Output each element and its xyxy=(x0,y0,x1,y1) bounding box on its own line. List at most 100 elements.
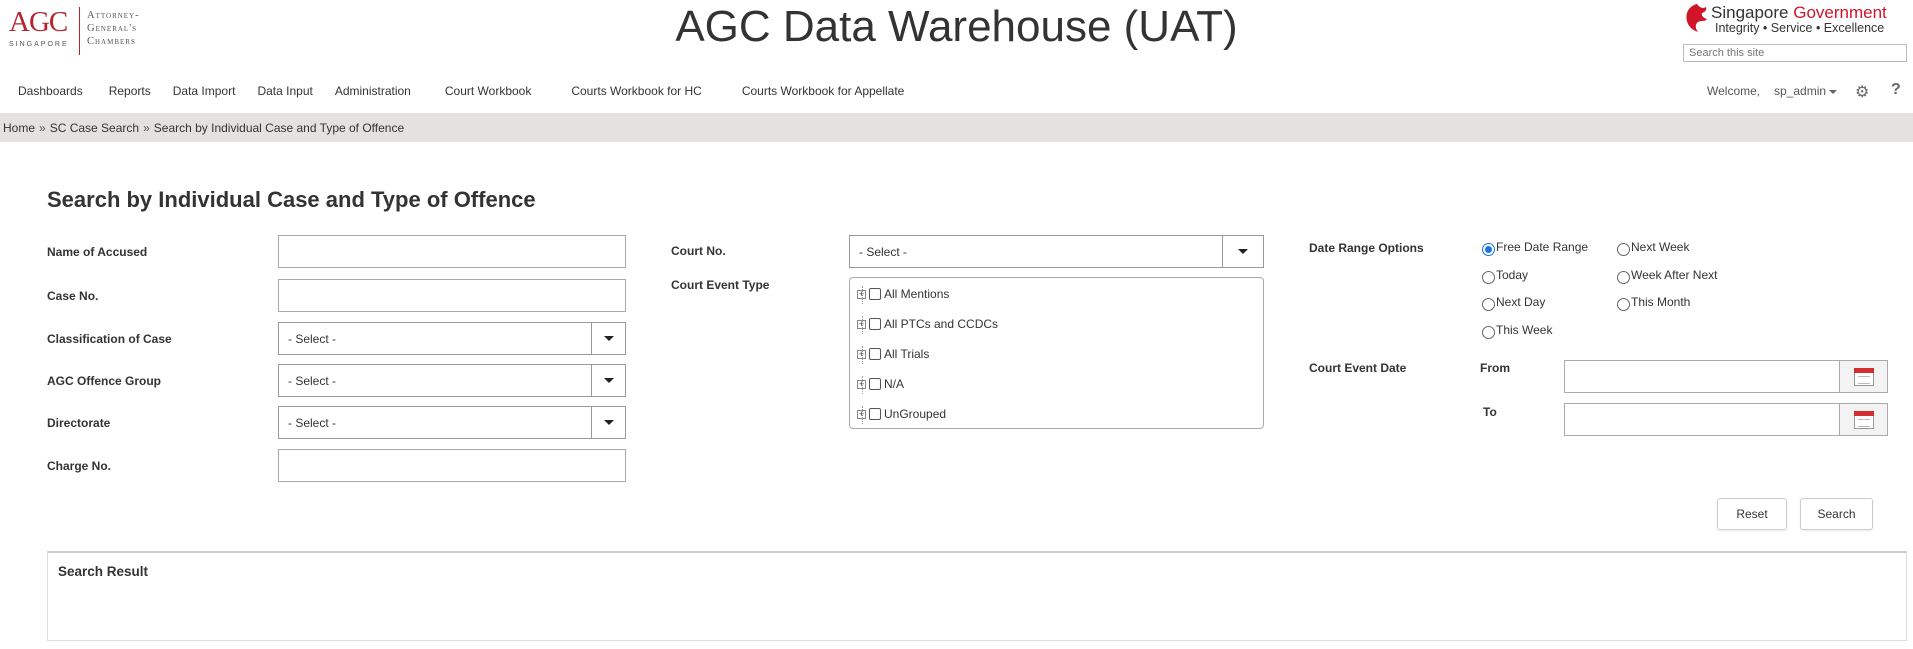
expand-icon[interactable]: + xyxy=(857,405,866,424)
offence-group-value: - Select - xyxy=(288,374,337,388)
reset-button[interactable]: Reset xyxy=(1717,498,1787,530)
radio-icon xyxy=(1617,242,1630,256)
radio-label: Free Date Range xyxy=(1496,240,1589,254)
search-result-panel: Search Result xyxy=(47,551,1907,641)
checkbox[interactable] xyxy=(869,378,881,390)
from-date-input[interactable] xyxy=(1565,361,1839,392)
classification-label: Classification of Case xyxy=(47,332,172,346)
chevron-down-icon xyxy=(603,420,614,425)
top-nav: Dashboards Reports Data Import Data Inpu… xyxy=(0,84,926,106)
tree-item-label: N/A xyxy=(884,377,905,391)
nav-reports[interactable]: Reports xyxy=(109,84,151,106)
nav-dashboards[interactable]: Dashboards xyxy=(18,84,83,106)
classification-select[interactable]: - Select - xyxy=(278,322,626,355)
court-no-value: - Select - xyxy=(859,245,908,259)
from-date-field[interactable] xyxy=(1564,360,1888,393)
charge-no-input[interactable] xyxy=(278,449,626,482)
tree-item-label: All Mentions xyxy=(884,287,950,301)
from-label: From xyxy=(1480,361,1510,375)
calendar-icon xyxy=(1853,367,1874,386)
tree-item-label: UnGrouped xyxy=(884,407,947,421)
radio-this-month[interactable]: This Month xyxy=(1617,295,1691,311)
breadcrumb-home[interactable]: Home xyxy=(3,121,35,135)
nav-administration[interactable]: Administration xyxy=(335,84,411,106)
offence-group-dropdown-button[interactable] xyxy=(591,365,625,396)
radio-today[interactable]: Today xyxy=(1482,268,1528,284)
sg-name-part1: Singapore xyxy=(1711,3,1794,22)
case-no-label: Case No. xyxy=(47,289,99,303)
nav-data-input[interactable]: Data Input xyxy=(257,84,312,106)
nav-courts-workbook-hc[interactable]: Courts Workbook for HC xyxy=(571,84,701,106)
sg-tagline: Integrity • Service • Excellence xyxy=(1715,21,1885,35)
sg-name: Singapore Government xyxy=(1711,3,1887,23)
offence-group-label: AGC Offence Group xyxy=(47,374,162,388)
expand-icon[interactable]: + xyxy=(857,345,866,364)
court-event-type-tree: + All Mentions + All PTCs and CCDCs + All T… xyxy=(849,277,1264,429)
nav-courts-workbook-appellate[interactable]: Courts Workbook for Appellate xyxy=(742,84,905,106)
name-of-accused-label: Name of Accused xyxy=(47,245,148,259)
breadcrumb-separator: » xyxy=(39,121,46,135)
to-date-input[interactable] xyxy=(1565,404,1839,435)
radio-next-week[interactable]: Next Week xyxy=(1617,240,1690,256)
radio-icon xyxy=(1482,297,1495,311)
checkbox[interactable] xyxy=(869,318,881,330)
user-menu[interactable]: sp_admin xyxy=(1774,84,1838,98)
checkbox[interactable] xyxy=(869,348,881,360)
charge-no-label: Charge No. xyxy=(47,459,112,473)
radio-icon xyxy=(1617,297,1630,311)
radio-icon xyxy=(1482,325,1495,339)
name-of-accused-input[interactable] xyxy=(278,235,626,268)
tree-item-ungrouped: + UnGrouped xyxy=(857,404,946,424)
radio-label: This Week xyxy=(1496,323,1553,337)
help-icon[interactable]: ? xyxy=(1891,81,1901,99)
radio-icon xyxy=(1617,270,1630,284)
court-no-select[interactable]: - Select - xyxy=(849,235,1264,268)
checkbox[interactable] xyxy=(869,288,881,300)
page-title: Search by Individual Case and Type of Of… xyxy=(47,187,536,212)
checkbox[interactable] xyxy=(869,408,881,420)
radio-label: Next Week xyxy=(1631,240,1690,254)
directorate-select[interactable]: - Select - xyxy=(278,406,626,439)
breadcrumb: Home» SC Case Search» Search by Individual… xyxy=(3,121,404,135)
tree-item-all-trials: + All Trials xyxy=(857,344,929,364)
breadcrumb-sc-case-search[interactable]: SC Case Search xyxy=(50,121,139,135)
lion-head-icon xyxy=(1686,4,1707,32)
nav-court-workbook[interactable]: Court Workbook xyxy=(445,84,531,106)
offence-group-select[interactable]: - Select - xyxy=(278,364,626,397)
radio-selected-icon xyxy=(1482,242,1495,256)
court-no-label: Court No. xyxy=(671,244,726,258)
radio-label: Week After Next xyxy=(1631,268,1718,282)
to-date-field[interactable] xyxy=(1564,403,1888,436)
site-search-input[interactable] xyxy=(1683,44,1907,62)
court-no-dropdown-button[interactable] xyxy=(1222,236,1263,267)
search-button[interactable]: Search xyxy=(1800,498,1873,530)
expand-icon[interactable]: + xyxy=(857,315,866,334)
directorate-label: Directorate xyxy=(47,416,111,430)
radio-icon xyxy=(1482,270,1495,284)
calendar-icon xyxy=(1853,410,1874,429)
radio-next-day[interactable]: Next Day xyxy=(1482,295,1546,311)
site-title: AGC Data Warehouse (UAT) xyxy=(675,2,1238,51)
radio-label: This Month xyxy=(1631,295,1691,309)
court-event-date-label: Court Event Date xyxy=(1309,361,1407,375)
breadcrumb-separator: » xyxy=(143,121,150,135)
case-no-input[interactable] xyxy=(278,279,626,312)
radio-week-after-next[interactable]: Week After Next xyxy=(1617,268,1718,284)
expand-icon[interactable]: + xyxy=(857,285,866,304)
nav-data-import[interactable]: Data Import xyxy=(173,84,236,106)
classification-value: - Select - xyxy=(288,332,337,346)
classification-dropdown-button[interactable] xyxy=(591,323,625,354)
radio-this-week[interactable]: This Week xyxy=(1482,323,1553,339)
chevron-down-icon xyxy=(603,378,614,383)
to-date-picker-button[interactable] xyxy=(1839,404,1887,435)
breadcrumb-current: Search by Individual Case and Type of Of… xyxy=(153,121,405,135)
chevron-down-icon xyxy=(603,336,614,341)
directorate-dropdown-button[interactable] xyxy=(591,407,625,438)
radio-label: Next Day xyxy=(1496,295,1546,309)
tree-item-na: + N/A xyxy=(857,374,904,394)
expand-icon[interactable]: + xyxy=(857,375,866,394)
radio-free-date-range[interactable]: Free Date Range xyxy=(1482,240,1589,256)
tree-item-label: All PTCs and CCDCs xyxy=(884,317,999,331)
from-date-picker-button[interactable] xyxy=(1839,361,1887,392)
gear-icon[interactable]: ⚙ xyxy=(1855,82,1869,102)
